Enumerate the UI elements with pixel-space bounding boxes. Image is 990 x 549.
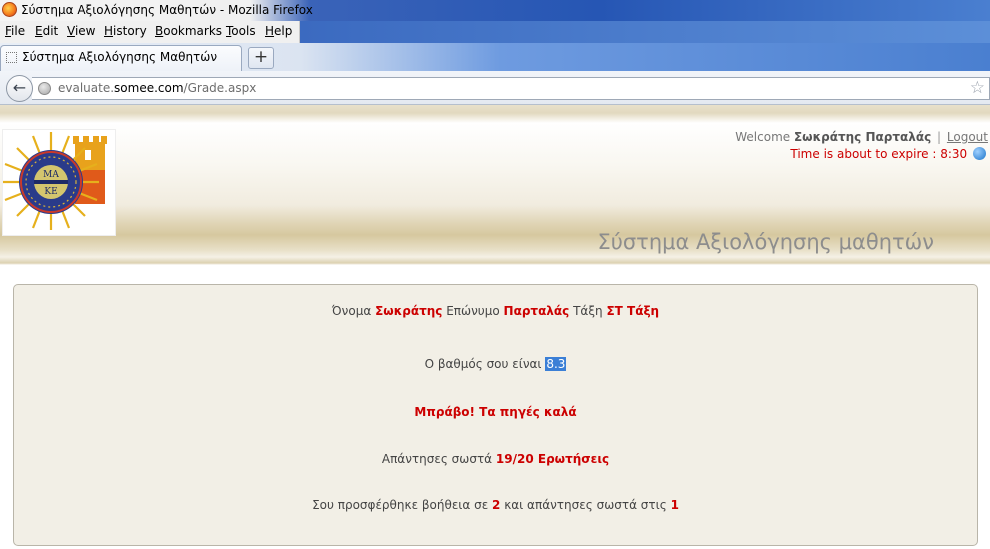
correct-label: Απάντησες σωστά <box>381 452 493 466</box>
page-content: ΜΑ ΚΕ Welcome Σωκράτης Παρταλάς | Logout… <box>0 105 990 549</box>
class-value: ΣΤ Τάξη <box>606 304 660 318</box>
help-correct-count: 1 <box>670 498 679 512</box>
menu-help[interactable]: Help <box>265 24 292 38</box>
logout-link[interactable]: Logout <box>947 130 988 144</box>
bookmark-star-icon[interactable]: ☆ <box>970 78 985 99</box>
globe-icon <box>38 82 51 95</box>
help-middle: και απάντησες σωστά στις <box>504 498 667 512</box>
expire-text: Time is about to expire : 8:30 <box>790 147 968 161</box>
logo-text-top: ΜΑ <box>43 170 59 180</box>
praise-message: Μπράβο! Τα πηγές καλά <box>414 405 577 419</box>
surname-label: Επώνυμο <box>446 304 500 318</box>
titlebar-background <box>300 21 990 43</box>
refresh-icon[interactable] <box>973 147 986 160</box>
grade-line: Ο βαθμός σου είναι 8.3 <box>14 357 977 371</box>
name-label: Όνομα <box>331 304 372 318</box>
menu-tools[interactable]: Tools <box>226 24 256 38</box>
site-header: ΜΑ ΚΕ Welcome Σωκράτης Παρταλάς | Logout… <box>0 105 990 265</box>
tab-active[interactable]: Σύστημα Αξιολόγησης Μαθητών <box>0 45 242 71</box>
help-stats-line: Σου προσφέρθηκε βοήθεια σε 2 και απάντησ… <box>14 498 977 512</box>
grade-label: Ο βαθμός σου είναι <box>424 357 542 371</box>
session-expire-notice: Time is about to expire : 8:30 <box>790 147 986 161</box>
back-arrow-icon: ← <box>12 78 27 97</box>
correct-answers-line: Απάντησες σωστά 19/20 Ερωτήσεις <box>14 452 977 466</box>
menu-bookmarks[interactable]: Bookmarks <box>155 24 222 38</box>
back-button[interactable]: ← <box>6 75 33 102</box>
url-domain: somee.com <box>114 81 184 95</box>
new-tab-button[interactable]: + <box>248 47 274 69</box>
last-name-value: Παρταλάς <box>503 304 570 318</box>
class-label: Τάξη <box>573 304 603 318</box>
first-name-value: Σωκράτης <box>375 304 443 318</box>
welcome-label: Welcome <box>735 130 791 144</box>
correct-value: 19/20 Ερωτήσεις <box>495 452 610 466</box>
help-prefix: Σου προσφέρθηκε βοήθεια σε <box>312 498 489 512</box>
url-path: /Grade.aspx <box>183 81 257 95</box>
tab-title: Σύστημα Αξιολόγησης Μαθητών <box>22 50 218 64</box>
logo-emblem-icon: ΜΑ ΚΕ <box>3 132 107 230</box>
help-count: 2 <box>492 498 501 512</box>
navigation-bar: evaluate.somee.com/Grade.aspx ☆ ← <box>0 71 990 105</box>
window-title: Σύστημα Αξιολόγησης Μαθητών - Mozilla Fi… <box>21 3 313 17</box>
username: Σωκράτης Παρταλάς <box>793 130 932 144</box>
header-separator: | <box>937 130 942 144</box>
url-prefix: evaluate. <box>58 81 115 95</box>
school-logo: ΜΑ ΚΕ <box>2 129 116 236</box>
menu-bar: File Edit View History Bookmarks Tools H… <box>0 21 300 43</box>
url-bar[interactable]: evaluate.somee.com/Grade.aspx ☆ <box>32 77 990 100</box>
page-favicon-icon <box>6 52 17 63</box>
student-info-line: Όνομα Σωκράτης Επώνυμο Παρταλάς Τάξη ΣΤ … <box>14 304 977 318</box>
firefox-icon <box>2 2 17 17</box>
menu-edit[interactable]: Edit <box>35 24 58 38</box>
site-title: Σύστημα Αξιολόγησης μαθητών <box>597 230 934 254</box>
menu-history[interactable]: History <box>104 24 147 38</box>
grade-value: 8.3 <box>545 357 567 371</box>
grade-result-panel: Όνομα Σωκράτης Επώνυμο Παρταλάς Τάξη ΣΤ … <box>13 284 978 546</box>
menu-view[interactable]: View <box>67 24 95 38</box>
menu-file[interactable]: File <box>5 24 25 38</box>
url-text: evaluate.somee.com/Grade.aspx <box>58 81 256 95</box>
window-titlebar: Σύστημα Αξιολόγησης Μαθητών - Mozilla Fi… <box>0 0 990 21</box>
tab-strip: Σύστημα Αξιολόγησης Μαθητών + <box>0 43 990 71</box>
welcome-line: Welcome Σωκράτης Παρταλάς | Logout <box>735 130 988 144</box>
logo-text-bottom: ΚΕ <box>44 187 57 197</box>
